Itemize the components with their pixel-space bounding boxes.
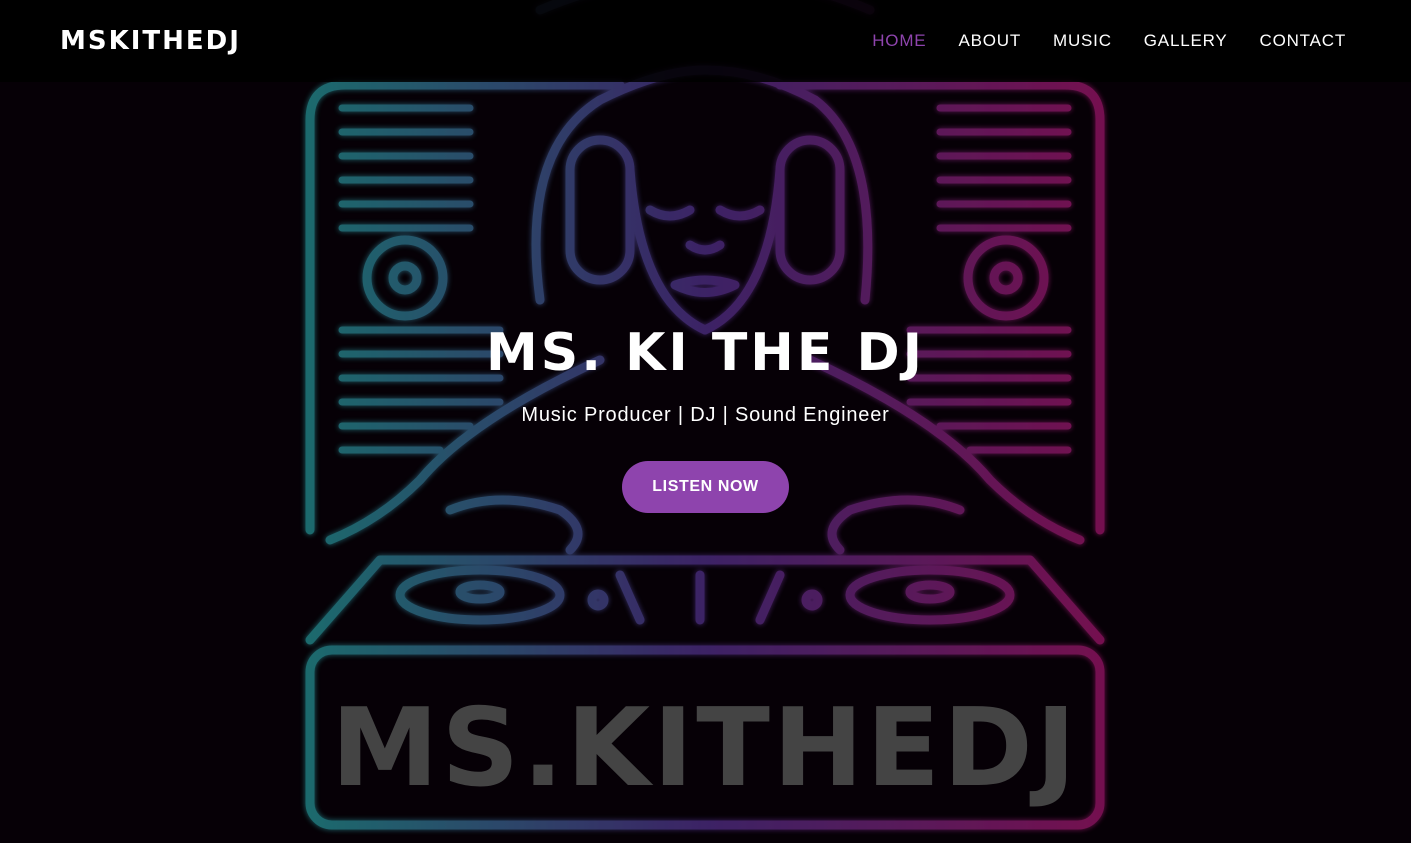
hero-subtitle: Music Producer | DJ | Sound Engineer	[521, 404, 890, 426]
hero-content: MS. KI THE DJ Music Producer | DJ | Soun…	[0, 322, 1411, 513]
nav-menu: HOME ABOUT MUSIC GALLERY CONTACT	[872, 31, 1346, 51]
hero-title: MS. KI THE DJ	[486, 323, 925, 383]
nav-link-gallery[interactable]: GALLERY	[1144, 31, 1228, 50]
navbar: MSKITHEDJ HOME ABOUT MUSIC GALLERY CONTA…	[0, 0, 1411, 82]
nav-item-home: HOME	[872, 31, 926, 51]
nav-item-contact: CONTACT	[1260, 31, 1347, 51]
background-logo-text: MS.KITHEDJ	[331, 686, 1079, 811]
nav-link-about[interactable]: ABOUT	[958, 31, 1021, 50]
nav-link-home[interactable]: HOME	[872, 31, 926, 50]
nav-link-music[interactable]: MUSIC	[1053, 31, 1112, 50]
nav-link-contact[interactable]: CONTACT	[1260, 31, 1347, 50]
listen-now-button[interactable]: LISTEN NOW	[622, 461, 789, 513]
nav-item-about: ABOUT	[958, 31, 1021, 51]
nav-item-gallery: GALLERY	[1144, 31, 1228, 51]
nav-item-music: MUSIC	[1053, 31, 1112, 51]
brand-logo[interactable]: MSKITHEDJ	[60, 26, 241, 56]
hero-section: MS.KITHEDJ MS. KI THE DJ Music Producer …	[0, 0, 1411, 843]
